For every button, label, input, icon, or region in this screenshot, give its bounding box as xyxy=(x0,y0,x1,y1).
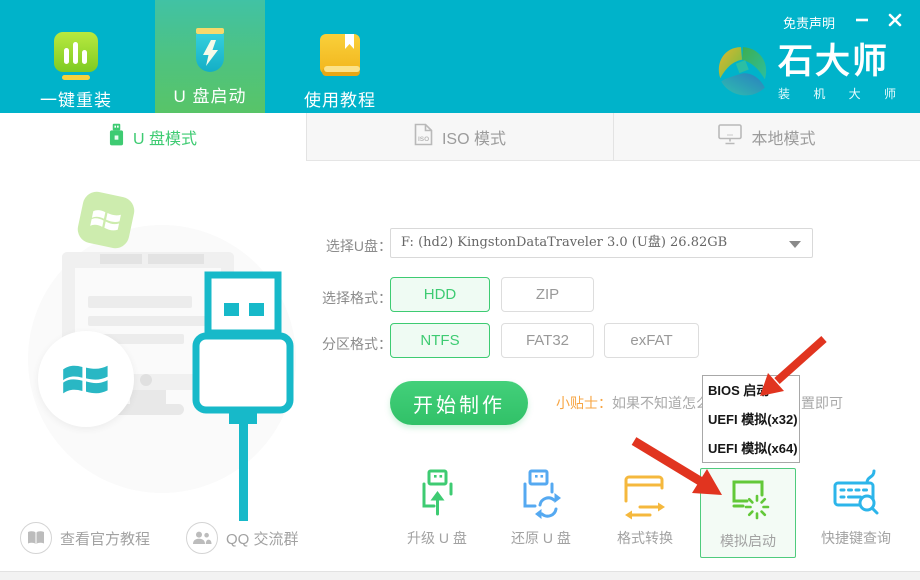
brand-subtitle: 装 机 大 师 xyxy=(778,85,906,102)
book-circle-icon xyxy=(20,522,52,554)
tab-label: U 盘模式 xyxy=(133,125,197,149)
start-create-button[interactable]: 开始制作 xyxy=(390,381,528,425)
iso-file-icon: ISO xyxy=(414,123,433,151)
tool-label: 升级 U 盘 xyxy=(407,528,467,548)
tool-simulate-start[interactable]: 模拟启动 xyxy=(700,468,796,558)
format-option-zip[interactable]: ZIP xyxy=(501,277,594,312)
link-label: QQ 交流群 xyxy=(226,528,299,549)
tip-text-tail: 置即可 xyxy=(801,393,843,413)
tool-label: 还原 U 盘 xyxy=(511,528,571,548)
tutorial-book-icon xyxy=(318,32,362,82)
monitor-icon xyxy=(718,124,742,150)
brand-logo: 石大师 装 机 大 师 xyxy=(712,42,906,105)
link-label: 查看官方教程 xyxy=(60,528,150,549)
tip-prefix: 小贴士： xyxy=(556,395,612,411)
tab-iso-mode[interactable]: ISO ISO 模式 xyxy=(306,113,613,161)
brand-logo-icon xyxy=(712,42,770,105)
usb-drive-select[interactable]: F: (hd2) KingstonDataTraveler 3.0 (U盘) 2… xyxy=(390,228,813,258)
tip-text: 小贴士：如果不知道怎么配 xyxy=(556,393,724,413)
tool-label: 模拟启动 xyxy=(720,531,776,551)
brand-name: 石大师 xyxy=(778,42,906,82)
format-convert-icon xyxy=(618,466,672,522)
usb-plug-illustration xyxy=(170,261,300,526)
partition-option-ntfs[interactable]: NTFS xyxy=(390,323,490,358)
simulate-start-icon xyxy=(721,469,775,525)
chevron-down-icon xyxy=(789,241,801,248)
format-label: 选择格式： xyxy=(322,288,392,308)
tool-format-convert[interactable]: 格式转换 xyxy=(595,466,695,558)
usb-stick-icon xyxy=(109,123,124,152)
usb-upgrade-icon xyxy=(410,466,464,522)
official-tutorial-link[interactable]: 查看官方教程 xyxy=(20,522,150,554)
usb-restore-icon xyxy=(514,466,568,522)
bottom-edge xyxy=(0,571,920,580)
tool-label: 快捷键查询 xyxy=(821,528,891,548)
nav-tab-label: U 盘启动 xyxy=(174,82,247,107)
windows-logo-circle xyxy=(38,331,134,427)
usb-boot-shield-icon xyxy=(188,28,232,78)
app-window: 一键重装 U 盘启动 xyxy=(0,0,920,580)
hotkey-query-icon xyxy=(829,466,883,522)
nav-tab-tutorial[interactable]: 使用教程 xyxy=(282,0,398,113)
iso-icon-text: ISO xyxy=(418,136,429,143)
usb-drive-value: F: (hd2) KingstonDataTraveler 3.0 (U盘) 2… xyxy=(401,235,727,250)
tool-upgrade-usb[interactable]: 升级 U 盘 xyxy=(387,466,487,558)
nav-tab-reinstall[interactable]: 一键重装 xyxy=(18,0,134,113)
tab-label: ISO 模式 xyxy=(442,125,506,149)
nav-tab-label: 使用教程 xyxy=(304,86,376,111)
tool-hotkey-query[interactable]: 快捷键查询 xyxy=(806,466,906,558)
tab-local-mode[interactable]: 本地模式 xyxy=(613,113,920,161)
boot-mode-popup: BIOS 启动 UEFI 模拟(x32) UEFI 模拟(x64) xyxy=(702,375,800,463)
close-button[interactable] xyxy=(884,9,906,31)
disclaimer-link[interactable]: 免责声明 xyxy=(783,13,835,32)
mode-tab-bar: U 盘模式 ISO ISO 模式 本地模式 xyxy=(0,113,920,161)
qq-group-link[interactable]: QQ 交流群 xyxy=(186,522,299,554)
usb-select-label: 选择U盘： xyxy=(322,236,392,256)
nav-tab-usb-boot[interactable]: U 盘启动 xyxy=(155,0,265,113)
popup-item-uefi-x32[interactable]: UEFI 模拟(x32) xyxy=(708,405,799,434)
popup-item-uefi-x64[interactable]: UEFI 模拟(x64) xyxy=(708,434,799,463)
partition-option-fat32[interactable]: FAT32 xyxy=(501,323,594,358)
tab-label: 本地模式 xyxy=(751,125,815,149)
reinstall-chart-icon xyxy=(53,32,99,82)
partition-option-exfat[interactable]: exFAT xyxy=(604,323,699,358)
minimize-button[interactable] xyxy=(851,9,873,31)
main-content: 选择U盘： F: (hd2) KingstonDataTraveler 3.0 … xyxy=(0,161,920,570)
tool-restore-usb[interactable]: 还原 U 盘 xyxy=(491,466,591,558)
tool-label: 格式转换 xyxy=(617,528,673,548)
tab-usb-mode[interactable]: U 盘模式 xyxy=(0,113,306,161)
nav-tab-label: 一键重装 xyxy=(40,86,112,111)
popup-item-bios[interactable]: BIOS 启动 xyxy=(708,376,799,405)
title-bar: 一键重装 U 盘启动 xyxy=(0,0,920,113)
partition-label: 分区格式： xyxy=(322,334,392,354)
format-option-hdd[interactable]: HDD xyxy=(390,277,490,312)
people-circle-icon xyxy=(186,522,218,554)
